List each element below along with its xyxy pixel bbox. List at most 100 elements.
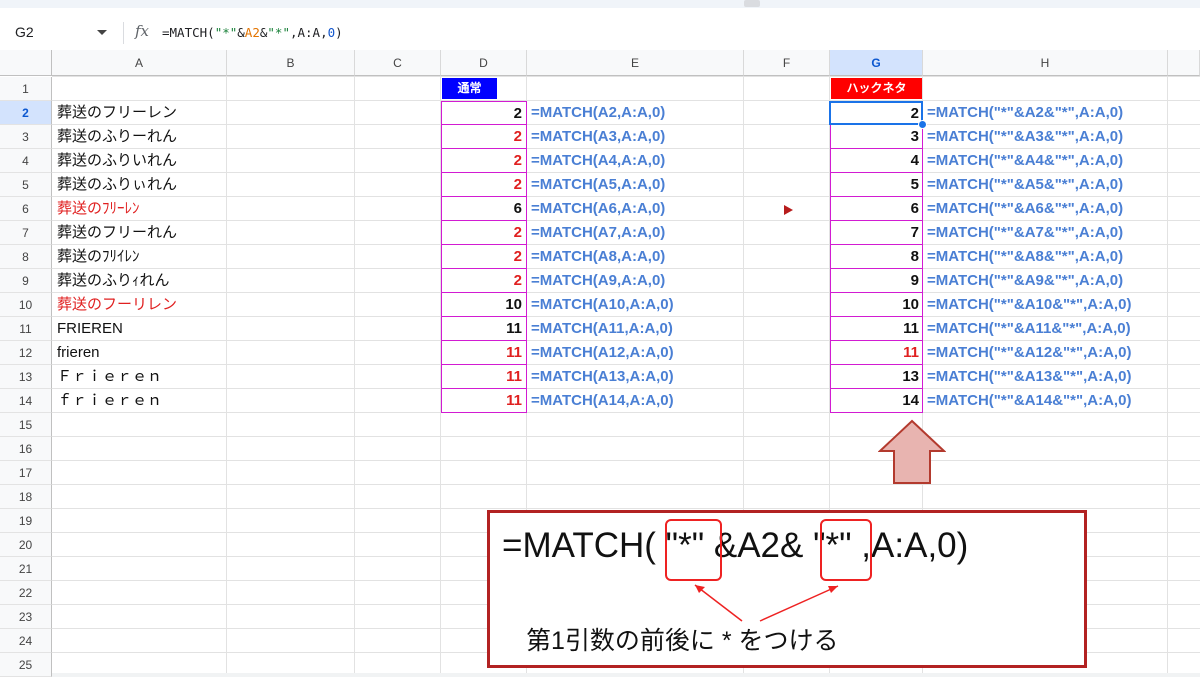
cell-a14[interactable]: ｆｒｉｅｒｅｎ	[52, 389, 162, 413]
cell-d13[interactable]: 11	[441, 365, 527, 389]
cell-g12[interactable]: 11	[830, 341, 923, 365]
column-header-a[interactable]: A	[52, 50, 227, 76]
cell-d10[interactable]: 10	[441, 293, 527, 317]
cell-g4[interactable]: 4	[830, 149, 923, 173]
cell-e10[interactable]: =MATCH(A10,A:A,0)	[527, 293, 674, 317]
column-header-b[interactable]: B	[227, 50, 355, 76]
row-header-16[interactable]: 16	[0, 437, 52, 461]
cell-e13[interactable]: =MATCH(A13,A:A,0)	[527, 365, 674, 389]
cell-d11[interactable]: 11	[441, 317, 527, 341]
cell-h12[interactable]: =MATCH("*"&A12&"*",A:A,0)	[923, 341, 1131, 365]
row-header-22[interactable]: 22	[0, 581, 52, 605]
row-header-12[interactable]: 12	[0, 341, 52, 365]
row-header-15[interactable]: 15	[0, 413, 52, 437]
cell-h13[interactable]: =MATCH("*"&A13&"*",A:A,0)	[923, 365, 1131, 389]
cell-a8[interactable]: 葬送のﾌﾘｲﾚﾝ	[52, 245, 140, 269]
cell-g6[interactable]: 6	[830, 197, 923, 221]
column-header-d[interactable]: D	[441, 50, 527, 76]
row-header-20[interactable]: 20	[0, 533, 52, 557]
row-header-10[interactable]: 10	[0, 293, 52, 317]
cell-a9[interactable]: 葬送のふりｨれん	[52, 269, 170, 293]
row-header-9[interactable]: 9	[0, 269, 52, 293]
cell-d2[interactable]: 2	[441, 101, 527, 125]
cell-a5[interactable]: 葬送のふりぃれん	[52, 173, 177, 197]
cell-g14[interactable]: 14	[830, 389, 923, 413]
cell-a10[interactable]: 葬送のフーリレン	[52, 293, 177, 317]
cell-h7[interactable]: =MATCH("*"&A7&"*",A:A,0)	[923, 221, 1123, 245]
cell-a7[interactable]: 葬送のフリーれん	[52, 221, 177, 245]
cell-g8[interactable]: 8	[830, 245, 923, 269]
cell-a6[interactable]: 葬送のﾌﾘｰﾚﾝ	[52, 197, 140, 221]
cell-e11[interactable]: =MATCH(A11,A:A,0)	[527, 317, 673, 341]
cell-e3[interactable]: =MATCH(A3,A:A,0)	[527, 125, 665, 149]
cell-h11[interactable]: =MATCH("*"&A11&"*",A:A,0)	[923, 317, 1131, 341]
row-header-2[interactable]: 2	[0, 101, 52, 125]
cell-a13[interactable]: Ｆｒｉｅｒｅｎ	[52, 365, 162, 389]
cell-e12[interactable]: =MATCH(A12,A:A,0)	[527, 341, 674, 365]
select-all-corner[interactable]	[0, 50, 52, 76]
cell-e6[interactable]: =MATCH(A6,A:A,0)	[527, 197, 665, 221]
row-header-18[interactable]: 18	[0, 485, 52, 509]
row-header-8[interactable]: 8	[0, 245, 52, 269]
row-header-11[interactable]: 11	[0, 317, 52, 341]
cell-h2[interactable]: =MATCH("*"&A2&"*",A:A,0)	[923, 101, 1123, 125]
cell-a4[interactable]: 葬送のふりいれん	[52, 149, 177, 173]
row-header-4[interactable]: 4	[0, 149, 52, 173]
cell-e2[interactable]: =MATCH(A2,A:A,0)	[527, 101, 665, 125]
cell-g11[interactable]: 11	[830, 317, 923, 341]
cell-h5[interactable]: =MATCH("*"&A5&"*",A:A,0)	[923, 173, 1123, 197]
row-header-23[interactable]: 23	[0, 605, 52, 629]
column-header-c[interactable]: C	[355, 50, 441, 76]
cell-e7[interactable]: =MATCH(A7,A:A,0)	[527, 221, 665, 245]
horizontal-scrollbar[interactable]	[52, 673, 1200, 677]
row-header-14[interactable]: 14	[0, 389, 52, 413]
cell-d6[interactable]: 6	[441, 197, 527, 221]
column-header-h[interactable]: H	[923, 50, 1168, 76]
selected-cell-g2[interactable]	[829, 101, 923, 125]
row-header-6[interactable]: 6	[0, 197, 52, 221]
cell-g9[interactable]: 9	[830, 269, 923, 293]
cell-d4[interactable]: 2	[441, 149, 527, 173]
cell-d8[interactable]: 2	[441, 245, 527, 269]
row-header-3[interactable]: 3	[0, 125, 52, 149]
cell-a11[interactable]: FRIEREN	[52, 317, 123, 341]
row-header-5[interactable]: 5	[0, 173, 52, 197]
cell-g10[interactable]: 10	[830, 293, 923, 317]
cell-e9[interactable]: =MATCH(A9,A:A,0)	[527, 269, 665, 293]
cell-d9[interactable]: 2	[441, 269, 527, 293]
cell-a2[interactable]: 葬送のフリーレン	[52, 101, 177, 125]
row-header-24[interactable]: 24	[0, 629, 52, 653]
cell-h10[interactable]: =MATCH("*"&A10&"*",A:A,0)	[923, 293, 1131, 317]
row-header-13[interactable]: 13	[0, 365, 52, 389]
row-header-1[interactable]: 1	[0, 77, 52, 101]
row-header-21[interactable]: 21	[0, 557, 52, 581]
column-header-f[interactable]: F	[744, 50, 830, 76]
cell-d12[interactable]: 11	[441, 341, 527, 365]
cell-h8[interactable]: =MATCH("*"&A8&"*",A:A,0)	[923, 245, 1123, 269]
cell-e14[interactable]: =MATCH(A14,A:A,0)	[527, 389, 674, 413]
cell-g3[interactable]: 3	[830, 125, 923, 149]
cell-h9[interactable]: =MATCH("*"&A9&"*",A:A,0)	[923, 269, 1123, 293]
row-header-19[interactable]: 19	[0, 509, 52, 533]
cell-d5[interactable]: 2	[441, 173, 527, 197]
cell-h6[interactable]: =MATCH("*"&A6&"*",A:A,0)	[923, 197, 1123, 221]
cell-a3[interactable]: 葬送のふりーれん	[52, 125, 177, 149]
row-header-25[interactable]: 25	[0, 653, 52, 677]
cell-g13[interactable]: 13	[830, 365, 923, 389]
cell-d7[interactable]: 2	[441, 221, 527, 245]
column-header-g[interactable]: G	[830, 50, 923, 76]
cell-e8[interactable]: =MATCH(A8,A:A,0)	[527, 245, 665, 269]
cell-g5[interactable]: 5	[830, 173, 923, 197]
cell-d3[interactable]: 2	[441, 125, 527, 149]
cell-d14[interactable]: 11	[441, 389, 527, 413]
cell-h4[interactable]: =MATCH("*"&A4&"*",A:A,0)	[923, 149, 1123, 173]
cell-h14[interactable]: =MATCH("*"&A14&"*",A:A,0)	[923, 389, 1131, 413]
cell-e5[interactable]: =MATCH(A5,A:A,0)	[527, 173, 665, 197]
column-header-e[interactable]: E	[527, 50, 744, 76]
cell-a12[interactable]: frieren	[52, 341, 100, 365]
row-header-17[interactable]: 17	[0, 461, 52, 485]
fill-handle[interactable]	[918, 120, 927, 129]
cell-e4[interactable]: =MATCH(A4,A:A,0)	[527, 149, 665, 173]
cell-h3[interactable]: =MATCH("*"&A3&"*",A:A,0)	[923, 125, 1123, 149]
cell-g7[interactable]: 7	[830, 221, 923, 245]
